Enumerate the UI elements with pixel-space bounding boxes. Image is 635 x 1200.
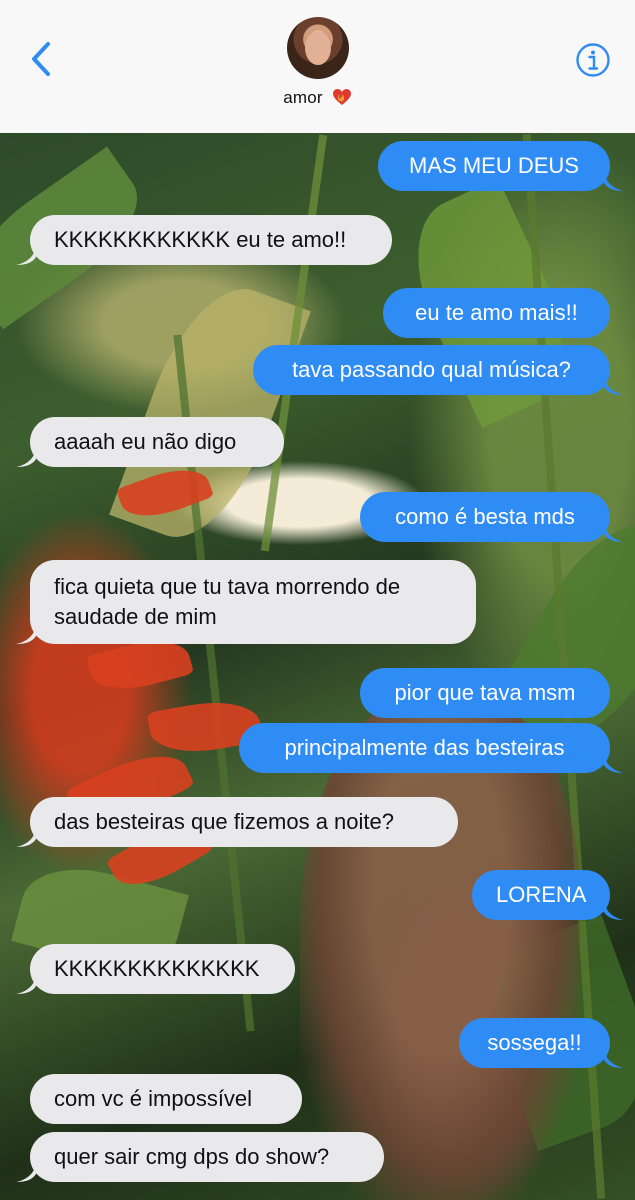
- info-icon[interactable]: [575, 42, 611, 78]
- bubble-tail: [16, 449, 36, 467]
- received-message[interactable]: quer sair cmg dps do show?: [30, 1132, 384, 1182]
- heart-on-fire-icon: [332, 88, 352, 106]
- bubble-tail: [16, 247, 36, 265]
- received-message[interactable]: aaaah eu não digo: [30, 417, 284, 467]
- conversation-header: amor: [0, 0, 635, 134]
- received-message[interactable]: KKKKKKKKKKKKKK: [30, 944, 295, 994]
- bubble-tail: [16, 829, 36, 847]
- contact-name-label: amor: [283, 88, 323, 107]
- bubble-tail: [604, 524, 624, 542]
- sent-message[interactable]: principalmente das besteiras: [239, 723, 610, 773]
- bubble-tail: [604, 902, 624, 920]
- avatar[interactable]: [287, 17, 349, 79]
- bubble-tail: [604, 173, 624, 191]
- received-message[interactable]: fica quieta que tu tava morrendo de saud…: [30, 560, 476, 644]
- sent-message[interactable]: tava passando qual música?: [253, 345, 610, 395]
- bubble-tail: [604, 1050, 624, 1068]
- sent-message[interactable]: como é besta mds: [360, 492, 610, 542]
- bubble-tail: [604, 377, 624, 395]
- sent-message[interactable]: sossega!!: [459, 1018, 610, 1068]
- sent-message[interactable]: pior que tava msm: [360, 668, 610, 718]
- bubble-tail: [16, 1164, 36, 1182]
- received-message[interactable]: KKKKKKKKKKKK eu te amo!!: [30, 215, 392, 265]
- bubble-tail: [16, 626, 36, 644]
- sent-message[interactable]: MAS MEU DEUS: [378, 141, 610, 191]
- chevron-left-icon[interactable]: [26, 38, 60, 80]
- bubble-tail: [16, 976, 36, 994]
- received-message[interactable]: com vc é impossível: [30, 1074, 302, 1124]
- message-line: fica quieta que tu tava morrendo de: [54, 574, 401, 599]
- message-line: saudade de mim: [54, 604, 217, 629]
- sent-message[interactable]: eu te amo mais!!: [383, 288, 610, 338]
- bubble-tail: [604, 755, 624, 773]
- sent-message[interactable]: LORENA: [472, 870, 610, 920]
- contact-name[interactable]: amor: [0, 88, 635, 108]
- avatar-face: [305, 31, 331, 65]
- messages-screen: amor MAS MEU DEUS KKKKKKKKKKKK eu te amo…: [0, 0, 635, 1200]
- received-message[interactable]: das besteiras que fizemos a noite?: [30, 797, 458, 847]
